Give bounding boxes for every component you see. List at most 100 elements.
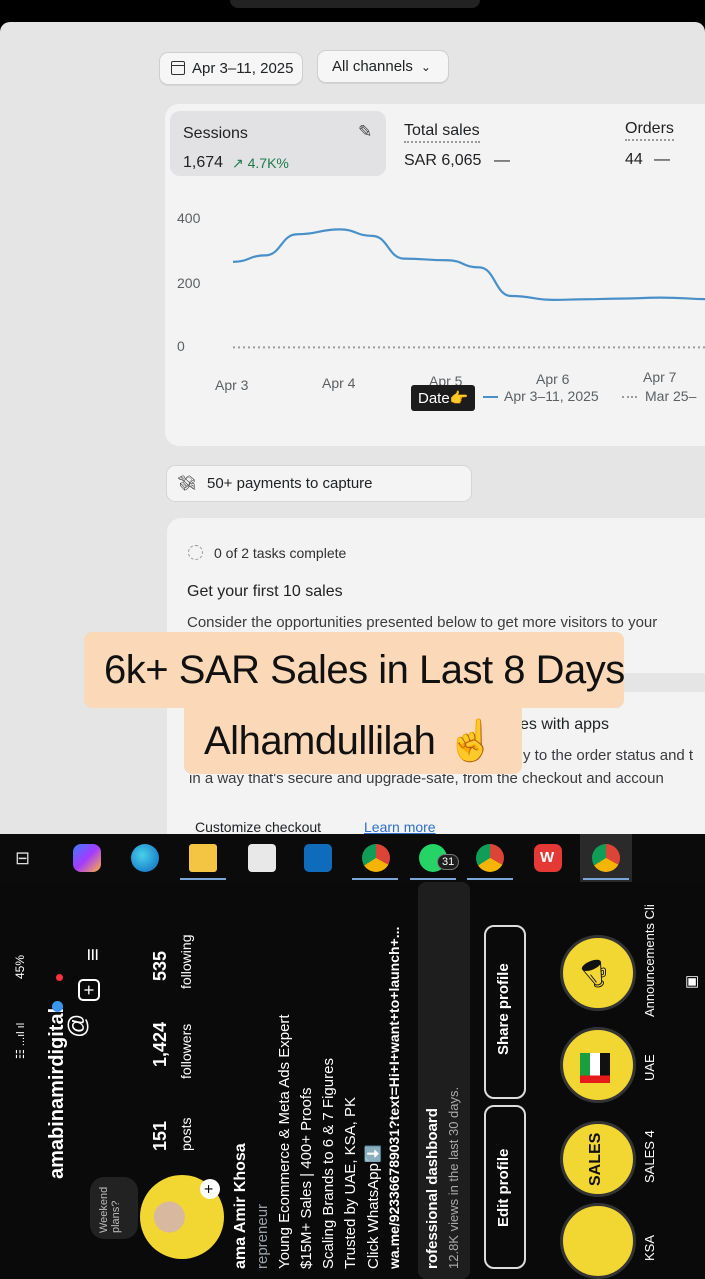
legend-previous-label: Mar 25– bbox=[645, 388, 697, 404]
chrome-profile-active-indicator bbox=[467, 878, 513, 880]
chrome-icon[interactable] bbox=[362, 844, 390, 872]
share-profile-label: Share profile bbox=[495, 963, 512, 1055]
series-line-current bbox=[232, 228, 705, 302]
megaphone-icon: 📣︎ bbox=[581, 958, 608, 989]
edge-icon[interactable] bbox=[131, 844, 159, 872]
uae-flag-icon bbox=[580, 1053, 610, 1083]
battery-level: 45% bbox=[13, 954, 27, 979]
dashboard-title: rofessional dashboard bbox=[424, 1108, 441, 1269]
signal-icons: ☷ ...ıl ıl bbox=[15, 1022, 27, 1059]
channels-dropdown[interactable]: All channels ⌄ bbox=[317, 50, 449, 83]
sessions-line-chart: 4002000Apr 3 Apr 4 Apr 5 Apr 6 Apr 7 bbox=[177, 210, 705, 393]
edit-profile-label: Edit profile bbox=[495, 1148, 512, 1227]
camera-icon[interactable]: ▣ bbox=[682, 975, 700, 989]
x-tick-label: Apr 7 bbox=[643, 369, 677, 385]
chrome-profile-2-icon[interactable] bbox=[592, 844, 620, 872]
orders-change: — bbox=[654, 151, 670, 168]
x-tick-label: Apr 3 bbox=[215, 377, 249, 393]
tasks-description: Consider the opportunities presented bel… bbox=[187, 614, 658, 631]
profile-category: repreneur bbox=[254, 1203, 271, 1269]
customize-checkout-button[interactable]: Customize checkout bbox=[195, 819, 321, 834]
followers-count[interactable]: 1,424 bbox=[150, 1022, 171, 1067]
windows-taskbar: ⊟ 31 W bbox=[0, 834, 705, 882]
notification-dot bbox=[56, 974, 63, 981]
wps-letter: W bbox=[540, 849, 555, 866]
bio-line-2: $15M+ Sales | 400+ Proofs bbox=[298, 1087, 315, 1269]
chevron-down-icon: ⌄ bbox=[420, 59, 431, 74]
chrome-profile-icon[interactable] bbox=[476, 844, 504, 872]
edit-profile-button[interactable]: Edit profile bbox=[484, 1105, 526, 1269]
progress-circle-icon bbox=[188, 545, 203, 560]
money-icon: 💸︎ bbox=[177, 475, 197, 492]
whatsapp-badge: 31 bbox=[437, 854, 460, 870]
bio-line-3: Scaling Brands to 6 & 7 Figures bbox=[320, 1058, 337, 1269]
highlight-uae-label: UAE bbox=[642, 1054, 657, 1081]
menu-icon[interactable]: ≡ bbox=[80, 948, 106, 961]
caption-line-1: 6k+ SAR Sales in Last 8 Days bbox=[84, 632, 625, 708]
total-sales-label[interactable]: Total sales bbox=[404, 122, 480, 143]
highlight-sales-label: SALES 4 bbox=[642, 1130, 657, 1183]
instagram-profile-phone: ☷ ...ıl ıl 45% amabinamirdigital @ + ≡ W… bbox=[0, 882, 705, 1279]
date-range-label: Apr 3–11, 2025 bbox=[192, 60, 294, 77]
add-story-icon[interactable]: + bbox=[200, 1179, 220, 1199]
following-label[interactable]: following bbox=[178, 935, 194, 989]
orders-label[interactable]: Orders bbox=[625, 120, 674, 141]
chrome-profile-2-active-indicator bbox=[583, 878, 629, 880]
highlight-ksa-label: KSA bbox=[642, 1234, 657, 1261]
rotated-phone-content: ☷ ...ıl ıl 45% amabinamirdigital @ + ≡ W… bbox=[0, 882, 705, 1279]
professional-dashboard[interactable]: rofessional dashboard 12.8K views in the… bbox=[418, 882, 470, 1279]
bio-whatsapp-link[interactable]: wa.me/923366789031?text=Hi+I+want+to+lau… bbox=[386, 927, 402, 1269]
date-badge: Date👉 bbox=[411, 385, 476, 411]
sessions-change: ↗ 4.7K% bbox=[232, 155, 289, 171]
date-range-button[interactable]: Apr 3–11, 2025 bbox=[159, 52, 303, 85]
copilot-icon[interactable] bbox=[73, 844, 101, 872]
add-post-icon[interactable]: + bbox=[78, 979, 100, 1001]
y-tick-label-200: 200 bbox=[177, 275, 201, 291]
weekend-note-text: Weekend plans? bbox=[98, 1186, 122, 1233]
metrics-chart-card: ✎ Sessions 1,674 ↗ 4.7K% Total sales SAR… bbox=[165, 104, 705, 446]
y-tick-label-0: 0 bbox=[177, 338, 185, 354]
posts-count: 151 bbox=[150, 1120, 170, 1151]
followers-label[interactable]: followers bbox=[178, 1024, 194, 1079]
highlight-announcements-label: Announcements Cli bbox=[642, 904, 657, 1017]
chrome-active-indicator bbox=[352, 878, 398, 880]
status-bar: ☷ ...ıl ıl 45% bbox=[0, 882, 42, 1279]
outlook-icon[interactable] bbox=[304, 844, 332, 872]
x-tick-label: Apr 4 bbox=[322, 375, 356, 391]
highlight-ksa[interactable] bbox=[560, 1203, 636, 1279]
posts-label: posts bbox=[178, 1117, 194, 1151]
caption-line-2: Alhamdullilah ☝️ bbox=[184, 708, 522, 774]
total-sales-value: SAR 6,065 bbox=[404, 152, 482, 169]
dashboard-subtitle: 12.8K views in the last 30 days. bbox=[446, 1086, 461, 1269]
task-view-icon[interactable]: ⊟ bbox=[15, 848, 30, 869]
sessions-label: Sessions bbox=[183, 125, 248, 142]
explorer-active-indicator bbox=[180, 878, 226, 880]
payments-banner[interactable]: 💸︎ 50+ payments to capture bbox=[166, 465, 472, 502]
y-tick-label-400: 400 bbox=[177, 210, 201, 226]
profile-name: ama Amir Khosa bbox=[232, 1143, 249, 1269]
following-count[interactable]: 535 bbox=[150, 951, 171, 981]
photo-of-screens: Apr 3–11, 2025 All channels ⌄ ✎ Sessions… bbox=[0, 0, 705, 1279]
screen-bezel-top bbox=[230, 0, 480, 8]
apps-desc-1: y to the order status and t bbox=[523, 747, 694, 764]
legend-solid-swatch bbox=[483, 396, 498, 398]
channels-label: All channels bbox=[332, 58, 413, 75]
x-tick-label: Apr 6 bbox=[536, 371, 570, 387]
legend-dotted-swatch bbox=[622, 396, 637, 398]
microsoft-store-icon[interactable] bbox=[248, 844, 276, 872]
threads-icon[interactable]: @ bbox=[64, 1014, 92, 1038]
tasks-title: Get your first 10 sales bbox=[187, 583, 343, 600]
bio-line-1: Young Ecommerce & Meta Ads Expert bbox=[276, 1014, 293, 1269]
share-profile-button[interactable]: Share profile bbox=[484, 925, 526, 1099]
total-sales-change: — bbox=[494, 152, 510, 169]
legend-current-label: Apr 3–11, 2025 bbox=[504, 388, 599, 404]
file-explorer-icon[interactable] bbox=[189, 844, 217, 872]
bio-line-4: Trusted by UAE, KSA, PK bbox=[342, 1096, 359, 1269]
payments-label: 50+ payments to capture bbox=[207, 475, 373, 492]
learn-more-link[interactable]: Learn more bbox=[364, 819, 436, 834]
tasks-progress-text: 0 of 2 tasks complete bbox=[214, 545, 347, 561]
verified-dot-icon bbox=[52, 1001, 63, 1012]
whatsapp-active-indicator bbox=[410, 878, 456, 880]
highlight-sales[interactable]: SALES bbox=[560, 1121, 636, 1197]
edit-pencil-icon[interactable]: ✎ bbox=[358, 122, 372, 142]
